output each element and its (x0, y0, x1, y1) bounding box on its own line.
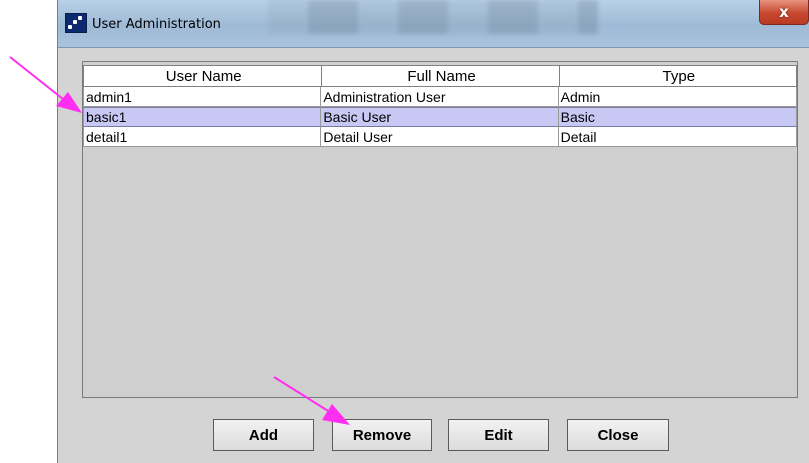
app-icon (65, 13, 87, 33)
title-bar-background-reflection (268, 0, 598, 34)
table-header: User Name Full Name Type (83, 65, 797, 87)
users-table: User Name Full Name Type admin1 Administ… (82, 61, 798, 398)
cell-full-name: Basic User (321, 107, 559, 127)
window-title: User Administration (92, 17, 221, 32)
cell-type: Detail (558, 127, 797, 147)
edit-button[interactable]: Edit (448, 419, 549, 451)
column-header-user-name[interactable]: User Name (83, 65, 322, 87)
window-close-button[interactable]: x (759, 0, 809, 25)
table-row[interactable]: detail1 Detail User Detail (83, 127, 797, 147)
cell-user-name: detail1 (83, 127, 322, 147)
close-button[interactable]: Close (567, 419, 669, 451)
cell-full-name: Administration User (321, 87, 559, 107)
cell-user-name: admin1 (83, 87, 322, 107)
table-row-selected[interactable]: basic1 Basic User Basic (83, 107, 797, 127)
remove-button[interactable]: Remove (332, 419, 432, 451)
add-button[interactable]: Add (213, 419, 314, 451)
cell-type: Basic (558, 107, 797, 127)
close-icon: x (779, 3, 789, 21)
column-header-type[interactable]: Type (558, 65, 797, 87)
cell-user-name: basic1 (83, 107, 322, 127)
table-row[interactable]: admin1 Administration User Admin (83, 87, 797, 107)
cell-full-name: Detail User (321, 127, 559, 147)
title-bar[interactable]: User Administration x (58, 0, 809, 48)
column-header-full-name[interactable]: Full Name (321, 65, 559, 87)
cell-type: Admin (558, 87, 797, 107)
user-administration-window: User Administration x User Name Full Nam… (57, 0, 809, 463)
